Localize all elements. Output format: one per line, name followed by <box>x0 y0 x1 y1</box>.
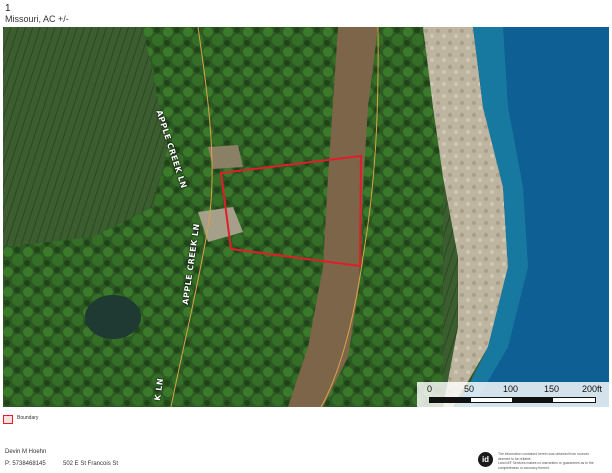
disclaimer-text: The information contained herein was obt… <box>498 452 608 470</box>
small-pond <box>85 295 141 339</box>
page-number: 1 <box>5 3 11 14</box>
map-view[interactable]: APPLE CREEK LN APPLE CREEK LN K LN 0 50 … <box>3 27 609 407</box>
location-title: Missouri, AC +/- <box>5 14 69 24</box>
scale-label-0: 0 <box>427 384 433 394</box>
agent-address: 502 E St Francois St <box>63 461 119 467</box>
scale-label-200ft: 200ft <box>582 384 603 394</box>
scale-label-150: 150 <box>544 384 560 394</box>
scale-label-50: 50 <box>464 384 475 394</box>
clearing-2 <box>208 145 243 169</box>
agent-name: Devin M Hoehn <box>5 449 47 455</box>
aerial-imagery <box>3 27 609 407</box>
agent-phone: P: 5738468145 <box>5 461 46 467</box>
scale-label-100: 100 <box>503 384 519 394</box>
scale-bar: 0 50 100 150 200ft <box>417 382 609 407</box>
land-id-logo: id <box>478 452 493 467</box>
scale-bar-graphic <box>429 397 596 403</box>
disclaimer-line: completeness or accuracy thereof. <box>498 465 550 470</box>
boundary-swatch-icon <box>3 415 13 424</box>
legend-label-boundary: Boundary <box>17 415 39 421</box>
